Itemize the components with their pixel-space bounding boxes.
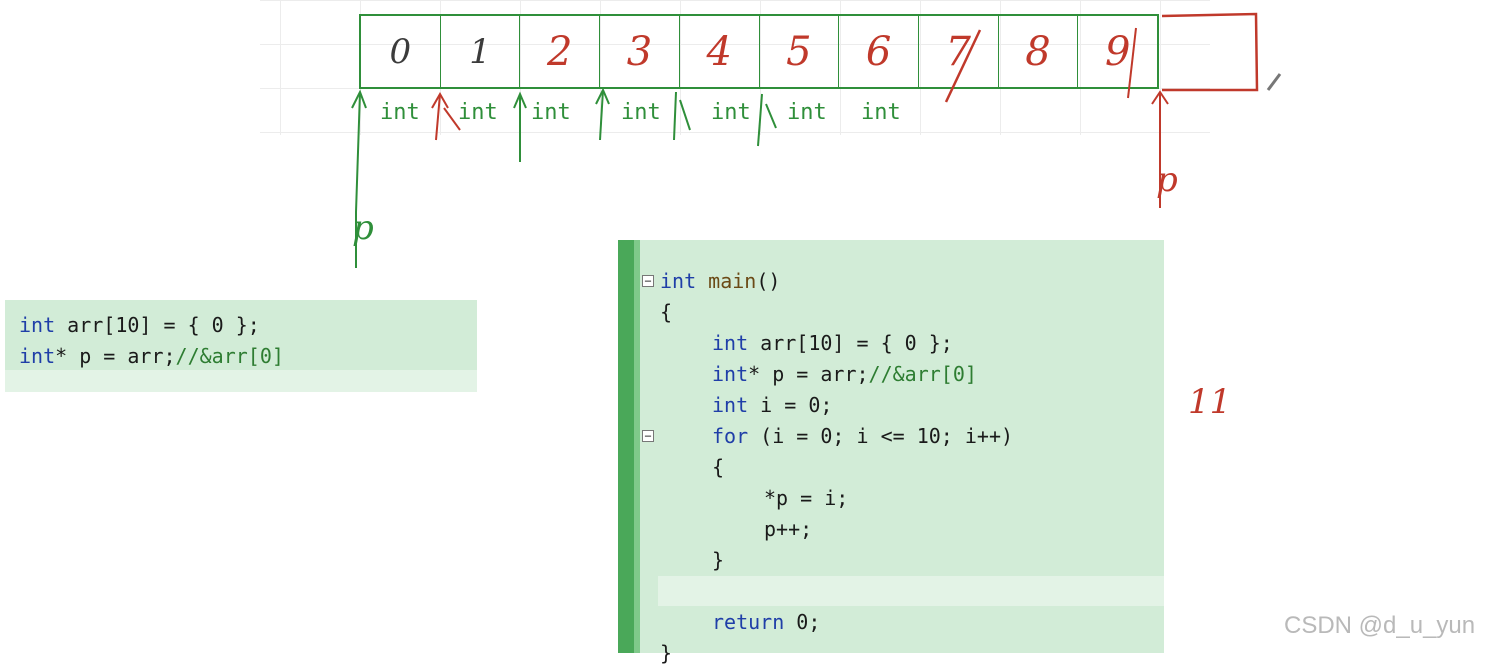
- code-line: {: [660, 300, 673, 324]
- code-line: int arr[10] = { 0 };: [19, 310, 260, 340]
- keyword: int: [19, 313, 56, 337]
- function-name: main: [696, 269, 757, 293]
- code-line: int arr[10] = { 0 };: [712, 328, 953, 358]
- current-line-highlight: [658, 576, 1164, 606]
- keyword: int: [660, 269, 697, 293]
- code-text: arr[10] = { 0 };: [55, 313, 260, 337]
- code-line: *p = i;: [764, 486, 849, 510]
- code-comment: //&arr[0]: [175, 344, 284, 368]
- code-text: arr[10] = { 0 };: [748, 331, 953, 355]
- pointer-label-p: p: [352, 208, 374, 248]
- code-comment: //&arr[0]: [868, 362, 977, 386]
- keyword: for: [712, 424, 749, 448]
- editor-gutter-accent: [634, 240, 640, 653]
- code-text: (i = 0; i <= 10; i++): [748, 424, 1014, 448]
- code-line: for (i = 0; i <= 10; i++): [712, 421, 1013, 451]
- note-11: 11: [1188, 382, 1232, 422]
- code-text: * p = arr;: [748, 362, 869, 386]
- collapse-icon[interactable]: −: [642, 275, 654, 287]
- code-line: {: [712, 455, 725, 479]
- code-line: }: [712, 548, 725, 572]
- code-line: return 0;: [712, 607, 820, 637]
- code-text: 0;: [784, 610, 821, 634]
- code-line: p++;: [764, 517, 813, 541]
- code-line: int* p = arr;//&arr[0]: [19, 341, 284, 371]
- keyword: int: [712, 393, 749, 417]
- code-text: (): [756, 269, 781, 293]
- code-line: int main(): [660, 266, 780, 296]
- keyword: int: [712, 362, 749, 386]
- keyword: int: [19, 344, 56, 368]
- collapse-icon[interactable]: −: [642, 430, 654, 442]
- editor-gutter: [618, 240, 634, 653]
- watermark: CSDN @d_u_yun: [1284, 612, 1476, 639]
- current-line-highlight: [5, 370, 477, 392]
- code-text: i = 0;: [748, 393, 833, 417]
- code-editor: − − int main() { int arr[10] = { 0 }; in…: [618, 240, 1164, 665]
- code-snippet-left: int arr[10] = { 0 }; int* p = arr;//&arr…: [5, 300, 477, 392]
- code-line: int* p = arr;//&arr[0]: [712, 359, 977, 389]
- code-line: int i = 0;: [712, 390, 832, 420]
- code-line: }: [660, 641, 673, 665]
- code-text: * p = arr;: [55, 344, 176, 368]
- keyword: return: [712, 610, 785, 634]
- pointer-label-p: p: [1156, 160, 1178, 200]
- keyword: int: [712, 331, 749, 355]
